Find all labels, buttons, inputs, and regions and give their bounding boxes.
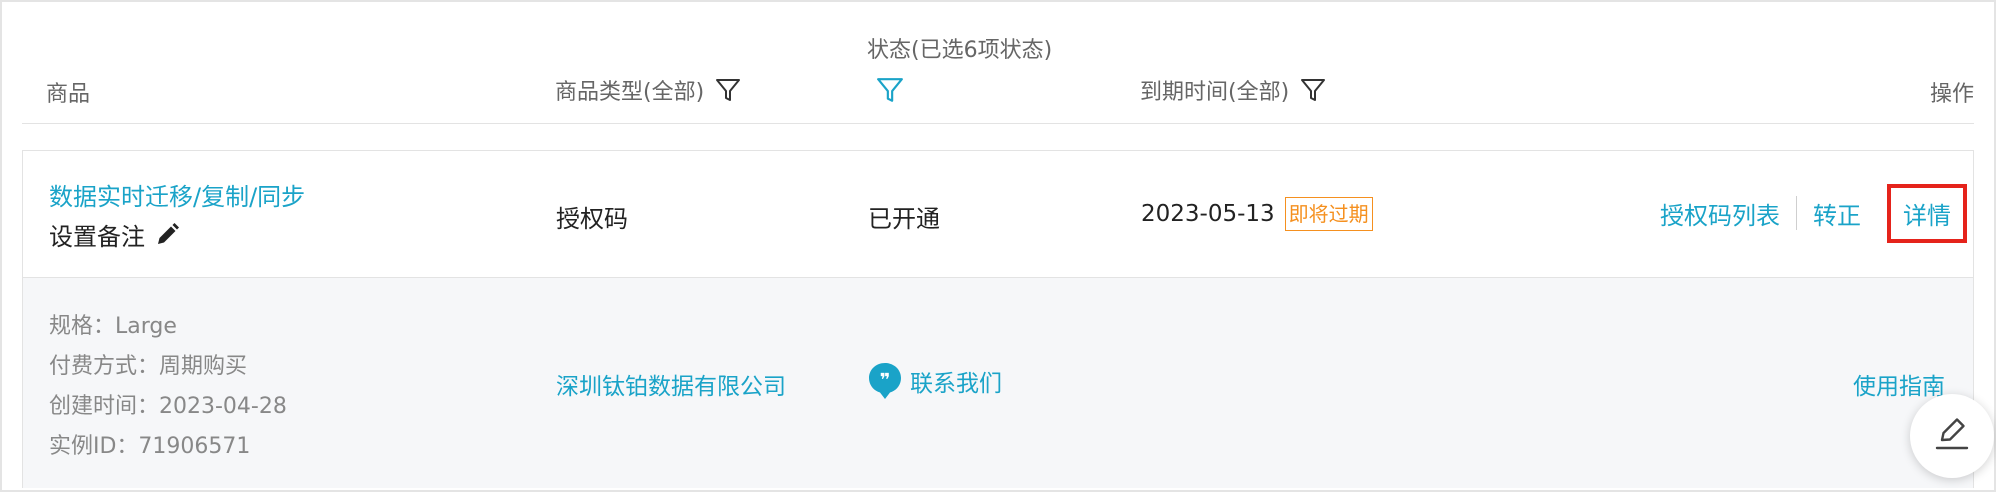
product-type-value: 授权码 xyxy=(556,205,628,233)
expire-time: 2023-05-13 即将过期 xyxy=(1141,197,1373,231)
license-list-link[interactable]: 授权码列表 xyxy=(1660,196,1780,231)
header-status-label: 状态(已选6项状态) xyxy=(867,38,1053,63)
filter-icon[interactable] xyxy=(714,76,742,104)
header-product-type[interactable]: 商品类型(全部) xyxy=(555,74,742,106)
spec-text: 规格：Large xyxy=(49,314,177,339)
expire-date: 2023-05-13 xyxy=(1141,201,1275,227)
row-main: 数据实时迁移/复制/同步 设置备注 授权码 已开通 2023-05-13 即将过… xyxy=(23,151,1973,278)
row-details: 规格：Large 付费方式：周期购买 创建时间：2023-04-28 实例ID：… xyxy=(23,278,1973,488)
row-actions: 授权码列表 转正 详情 xyxy=(1660,183,1967,243)
header-product-label: 商品 xyxy=(46,82,91,107)
header-expire-time[interactable]: 到期时间(全部) xyxy=(1140,74,1327,106)
header-product: 商品 xyxy=(46,76,90,108)
set-remark-label: 设置备注 xyxy=(49,223,145,251)
detail-highlight-box: 详情 xyxy=(1887,183,1967,243)
action-divider xyxy=(1796,196,1797,230)
svg-text:❞: ❞ xyxy=(880,370,891,391)
set-remark[interactable]: 设置备注 xyxy=(49,217,181,252)
usage-guide-link[interactable]: 使用指南 xyxy=(1853,367,1945,401)
edit-icon xyxy=(1932,414,1972,458)
created-time-text: 创建时间：2023-04-28 xyxy=(49,394,287,419)
table-header: 商品 商品类型(全部) 状态(已选6项状态) 到期时间(全部) 操作 xyxy=(22,6,1974,124)
header-expire-time-label: 到期时间(全部) xyxy=(1140,80,1290,105)
header-action: 操作 xyxy=(1930,76,1974,108)
header-action-label: 操作 xyxy=(1929,82,1974,107)
product-name-link[interactable]: 数据实时迁移/复制/同步 xyxy=(49,177,305,212)
expiring-badge: 即将过期 xyxy=(1284,197,1373,231)
edit-fab-button[interactable] xyxy=(1910,394,1994,478)
contact-us-link[interactable]: ❞ 联系我们 xyxy=(868,362,1002,400)
filter-icon[interactable] xyxy=(1299,76,1327,104)
chat-bubble-icon: ❞ xyxy=(868,362,902,400)
status-value: 已开通 xyxy=(868,205,940,233)
table-row: 数据实时迁移/复制/同步 设置备注 授权码 已开通 2023-05-13 即将过… xyxy=(22,150,1974,488)
filter-icon[interactable] xyxy=(872,72,908,108)
instance-id-text: 实例ID：71906571 xyxy=(49,434,251,459)
header-status: 状态(已选6项状态) xyxy=(867,32,1052,64)
billing-text: 付费方式：周期购买 xyxy=(49,354,248,379)
contact-us-label: 联系我们 xyxy=(910,371,1002,397)
company-link[interactable]: 深圳钛铂数据有限公司 xyxy=(556,367,786,401)
convert-link[interactable]: 转正 xyxy=(1813,196,1861,231)
detail-link[interactable]: 详情 xyxy=(1903,196,1951,231)
pencil-icon[interactable] xyxy=(153,221,181,249)
header-product-type-label: 商品类型(全部) xyxy=(555,80,705,105)
product-list-panel: 商品 商品类型(全部) 状态(已选6项状态) 到期时间(全部) 操作 数据实时迁… xyxy=(0,0,1996,492)
